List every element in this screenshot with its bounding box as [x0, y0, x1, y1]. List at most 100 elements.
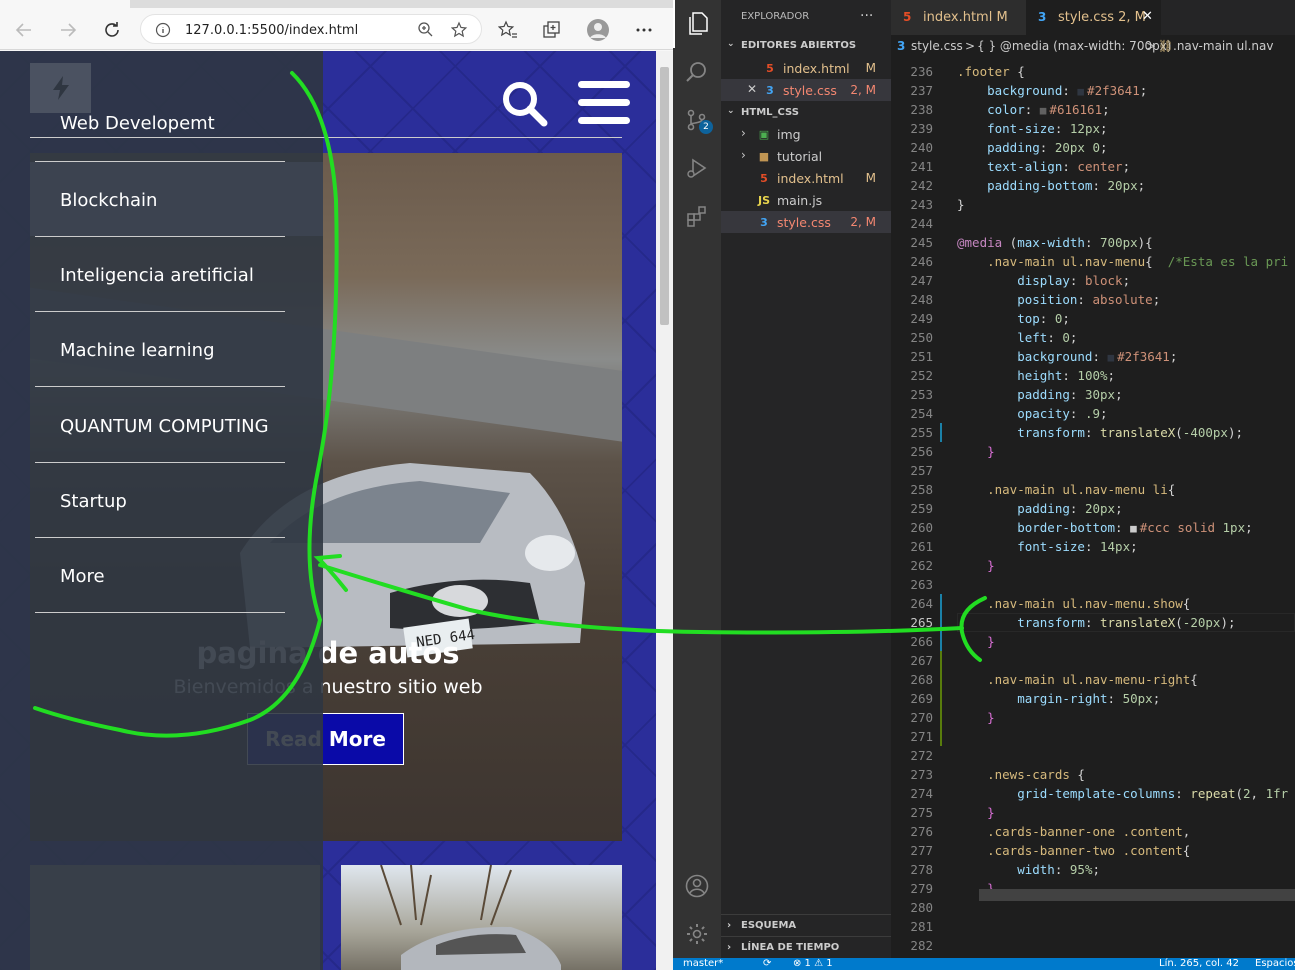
nav-item-web-development[interactable]: Web Developemt	[60, 113, 215, 134]
activity-bar: 2	[673, 0, 721, 958]
file-type-icon: JS	[757, 193, 770, 207]
browser-tab[interactable]	[0, 0, 130, 8]
line-number: 274	[910, 786, 933, 801]
color-swatch: ■	[1039, 104, 1047, 117]
git-change-marker	[940, 651, 942, 670]
line-number: 259	[910, 501, 933, 516]
nav-item-quantum-computing[interactable]: QUANTUM COMPUTING	[35, 388, 285, 463]
tab-label: style.css 2, M	[1058, 10, 1146, 25]
explorer-icon[interactable]	[673, 0, 709, 48]
line-number: 253	[910, 387, 933, 402]
settings-gear-icon[interactable]	[685, 922, 709, 946]
horizontal-scrollbar[interactable]	[979, 889, 1295, 901]
editor-tabs: 5 index.html M 3 style.css 2, M ✕	[891, 0, 1295, 35]
open-editors-header[interactable]: ⌄ EDITORES ABIERTOS	[721, 35, 891, 57]
code-line: width: 95%;	[957, 862, 1101, 877]
css-file-icon: 3	[1038, 10, 1047, 24]
refresh-icon[interactable]	[100, 18, 124, 42]
line-number: 247	[910, 273, 933, 288]
file-name: style.css	[777, 215, 831, 230]
indentation[interactable]: Espacios	[1255, 958, 1295, 969]
file-name: style.css	[783, 83, 837, 98]
nav-item-more[interactable]: More	[35, 538, 285, 613]
breadcrumb-scope[interactable]: { } @media (max-width: 700px)	[977, 39, 1171, 53]
extensions-icon[interactable]	[685, 204, 709, 228]
code-line: .cards-banner-two .content{	[957, 843, 1191, 858]
git-status: 2, M	[850, 215, 876, 229]
info-icon[interactable]	[155, 22, 171, 43]
nav-item-startup[interactable]: Startup	[35, 463, 285, 538]
problems-count[interactable]: ⊗ 1 ⚠ 1	[793, 958, 833, 969]
chevron-right-icon: ›	[727, 942, 732, 953]
git-change-marker	[940, 670, 942, 689]
chevron-down-icon: ⌄	[727, 106, 735, 116]
code-line: }	[957, 558, 995, 573]
address-bar[interactable]: 127.0.0.1:5500/index.html	[140, 14, 482, 44]
status-bar: master* ⟳ ⊗ 1 ⚠ 1 Lín. 265, col. 42 Espa…	[673, 958, 1295, 970]
git-change-marker	[940, 689, 942, 708]
timeline-panel-header[interactable]: › LÍNEA DE TIEMPO	[721, 936, 891, 958]
back-icon[interactable]	[12, 18, 36, 42]
git-branch[interactable]: master*	[683, 958, 723, 969]
close-icon[interactable]: ✕	[747, 82, 757, 96]
browser-window: 127.0.0.1:5500/index.html NED 644 pagina…	[0, 0, 673, 970]
workspace-header[interactable]: ⌄ HTML_CSS	[721, 102, 891, 124]
add-favorite-icon[interactable]	[450, 21, 469, 44]
code-line: padding-bottom: 20px;	[957, 178, 1146, 193]
more-menu-icon[interactable]	[632, 18, 656, 42]
file-item-main-js[interactable]: JS main.js	[721, 189, 891, 211]
nav-item-label: QUANTUM COMPUTING	[60, 416, 269, 437]
outline-panel-header[interactable]: › ESQUEMA	[721, 914, 891, 936]
code-line: .footer {	[957, 64, 1025, 79]
tab-style-css[interactable]: 3 style.css 2, M ✕	[1026, 0, 1161, 35]
page-scrollbar[interactable]	[656, 51, 673, 970]
chevron-right-icon: ›	[741, 148, 746, 162]
code-line: }	[957, 634, 995, 649]
vscode-window: 2 EXPLORADOR ··· ⌄ EDITORES ABIERTOS 5 in…	[673, 0, 1295, 970]
nav-item-blockchain[interactable]: Blockchain	[35, 162, 285, 237]
breadcrumb-rule[interactable]: .nav-main ul.nav	[1173, 39, 1274, 53]
file-type-icon: 3	[760, 215, 768, 229]
scrollbar-thumb[interactable]	[660, 67, 669, 325]
nav-item-label: Machine learning	[60, 340, 215, 361]
file-item-index-html[interactable]: 5 index.html M	[721, 57, 891, 79]
color-swatch: ■	[1130, 522, 1137, 535]
breadcrumb-file[interactable]: style.css	[911, 39, 963, 53]
line-number: 276	[910, 824, 933, 839]
profile-avatar[interactable]	[586, 18, 610, 42]
nav-item-ai[interactable]: Inteligencia aretificial	[35, 237, 285, 312]
forward-icon[interactable]	[56, 18, 80, 42]
collections-icon[interactable]	[540, 18, 564, 42]
favorites-icon[interactable]	[496, 18, 520, 42]
line-number: 251	[910, 349, 933, 364]
file-item-img[interactable]: › ▣ img	[721, 123, 891, 145]
code-line: .nav-main ul.nav-menu-right{	[957, 672, 1198, 687]
url-text: 127.0.0.1:5500/index.html	[185, 23, 359, 38]
file-name: index.html	[783, 61, 850, 76]
zoom-icon[interactable]	[417, 21, 433, 42]
tab-index-html[interactable]: 5 index.html M	[891, 0, 1026, 35]
lightning-logo-icon[interactable]	[30, 63, 91, 113]
cursor-position[interactable]: Lín. 265, col. 42	[1159, 958, 1239, 969]
news-card-image[interactable]	[341, 865, 622, 970]
sync-icon[interactable]: ⟳	[763, 958, 771, 969]
account-icon[interactable]	[685, 874, 709, 898]
more-actions-icon[interactable]: ···	[860, 8, 873, 24]
code-editor: 5 index.html M 3 style.css 2, M ✕ 3 styl…	[891, 0, 1295, 958]
file-item-index-html[interactable]: 5 index.html M	[721, 167, 891, 189]
code-line: .nav-main ul.nav-menu.show{	[957, 596, 1191, 611]
line-number: 265	[910, 615, 933, 630]
file-item-style-css[interactable]: 3 style.css 2, M	[721, 211, 891, 233]
line-number: 260	[910, 520, 933, 535]
close-tab-icon[interactable]: ✕	[1142, 9, 1153, 24]
line-number: 236	[910, 64, 933, 79]
file-item-style-css[interactable]: ✕ 3 style.css 2, M	[721, 79, 891, 101]
code-area[interactable]: 235236.footer {237 background: ■#2f3641;…	[891, 57, 1295, 958]
divider	[30, 137, 622, 138]
run-debug-icon[interactable]	[685, 156, 709, 180]
line-number: 278	[910, 862, 933, 877]
nav-item-machine-learning[interactable]: Machine learning	[35, 312, 285, 387]
search-icon[interactable]	[685, 60, 709, 84]
code-line: }	[957, 444, 995, 459]
file-item-tutorial[interactable]: › ■ tutorial	[721, 145, 891, 167]
